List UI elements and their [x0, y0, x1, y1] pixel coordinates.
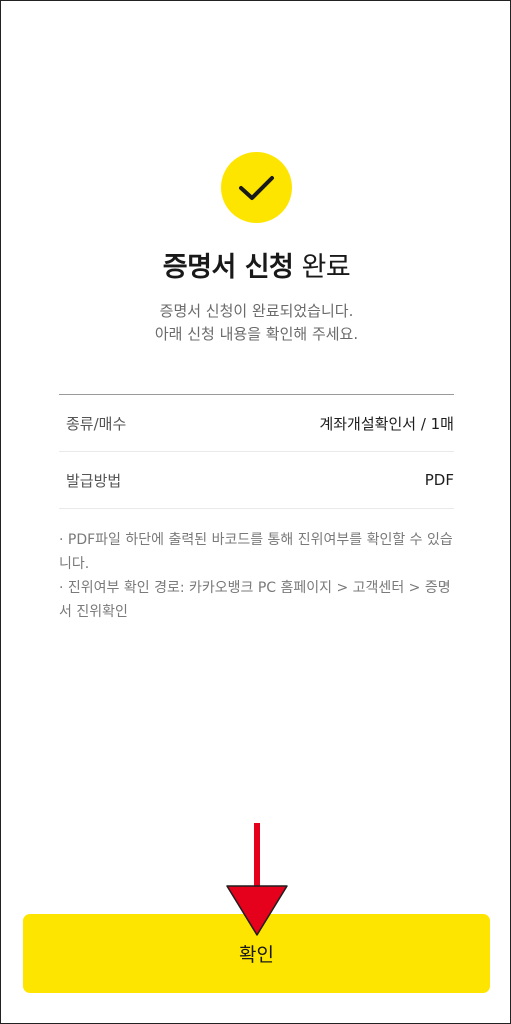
detail-value: 계좌개설확인서 / 1매 [319, 414, 454, 433]
detail-label: 발급방법 [66, 471, 122, 490]
subtitle-line-2: 아래 신청 내용을 확인해 주세요. [154, 325, 359, 343]
page-title-bold: 증명서 신청 [162, 252, 294, 283]
check-icon [239, 176, 274, 200]
request-details: 종류/매수 계좌개설확인서 / 1매 발급방법 PDF [59, 394, 454, 509]
notice-item: · 진위여부 확인 경로: 카카오뱅크 PC 홈페이지 > 고객센터 > 증명서… [59, 580, 451, 620]
page-title-light: 완료 [301, 252, 351, 283]
detail-value: PDF [424, 471, 454, 489]
success-badge [221, 152, 292, 223]
red-arrow-down-icon [226, 823, 288, 936]
detail-row-method: 발급방법 PDF [59, 452, 454, 509]
subtitle-line-1: 증명서 신청이 완료되었습니다. [159, 302, 354, 320]
page-subtitle: 증명서 신청이 완료되었습니다. 아래 신청 내용을 확인해 주세요. [1, 300, 511, 346]
screen-frame: 증명서 신청 완료 증명서 신청이 완료되었습니다. 아래 신청 내용을 확인해… [0, 0, 511, 1024]
notice-item: · PDF파일 하단에 출력된 바코드를 통해 진위여부를 확인할 수 있습니다… [59, 532, 453, 572]
page-title: 증명서 신청 완료 [1, 245, 511, 284]
notice-list: · PDF파일 하단에 출력된 바코드를 통해 진위여부를 확인할 수 있습니다… [59, 528, 454, 624]
detail-label: 종류/매수 [66, 414, 127, 433]
detail-row-type: 종류/매수 계좌개설확인서 / 1매 [59, 395, 454, 452]
